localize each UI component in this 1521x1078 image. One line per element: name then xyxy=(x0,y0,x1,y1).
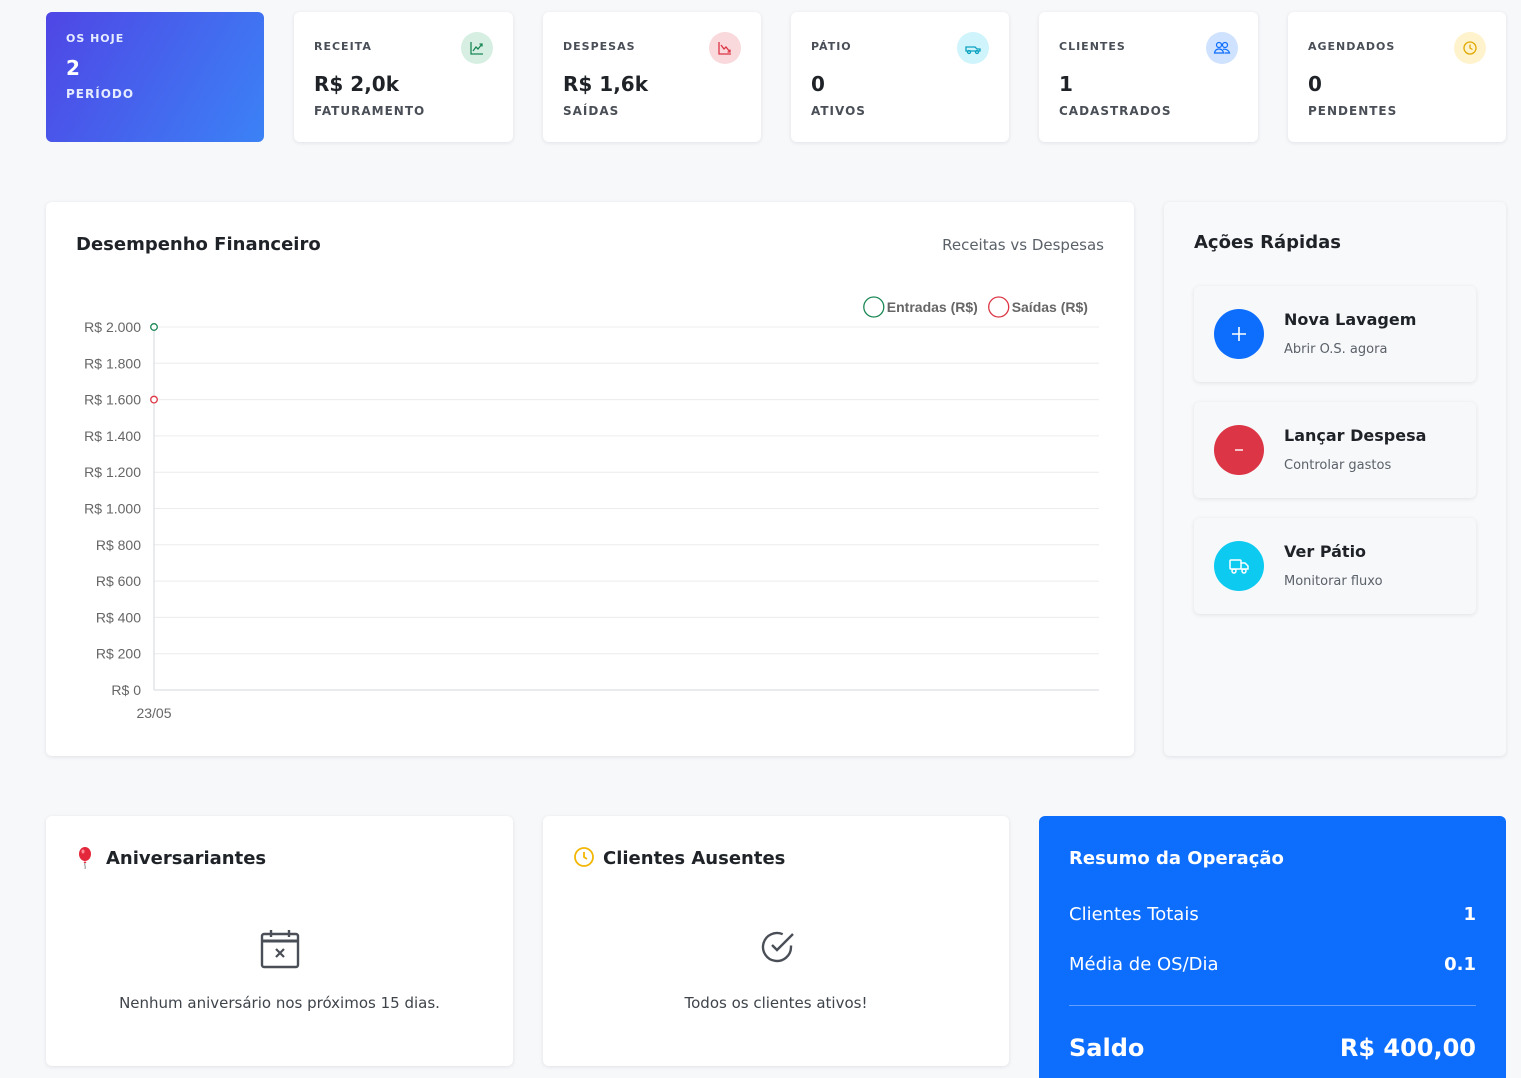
car-icon xyxy=(957,32,989,64)
stat-card-receita: RECEITA R$ 2,0k FATURAMENTO xyxy=(294,12,513,142)
clock-icon xyxy=(1454,32,1486,64)
stat-value: 0 xyxy=(1308,72,1322,96)
stat-label: DESPESAS xyxy=(563,40,636,53)
calendar-x-icon xyxy=(259,928,301,974)
stat-value: R$ 1,6k xyxy=(563,72,649,96)
stat-label: CLIENTES xyxy=(1059,40,1126,53)
saldo-value: R$ 400,00 xyxy=(1339,1034,1476,1062)
users-icon xyxy=(1206,32,1238,64)
minus-icon xyxy=(1214,425,1264,475)
trend-up-icon xyxy=(461,32,493,64)
summary-row-label: Clientes Totais xyxy=(1069,904,1199,925)
stat-value: 0 xyxy=(811,72,825,96)
summary-divider xyxy=(1069,1005,1476,1006)
y-tick-label: R$ 2.000 xyxy=(84,319,141,335)
action-sub: Monitorar fluxo xyxy=(1284,574,1383,589)
stat-card-os-hoje: OS HOJE 2 PERÍODO xyxy=(46,12,264,142)
summary-row-clients: Clientes Totais 1 xyxy=(1069,904,1476,925)
birthdays-title: Aniversariantes xyxy=(106,848,267,869)
stat-label: RECEITA xyxy=(314,40,372,53)
stat-card-despesas: DESPESAS R$ 1,6k SAÍDAS xyxy=(543,12,761,142)
stat-sub: SAÍDAS xyxy=(563,104,620,118)
view-yard-button[interactable]: Ver Pátio Monitorar fluxo xyxy=(1194,518,1476,614)
stat-sub: ATIVOS xyxy=(811,104,866,118)
check-circle-icon xyxy=(758,928,796,970)
stat-sub: PERÍODO xyxy=(66,87,135,101)
plus-icon xyxy=(1214,309,1264,359)
quick-actions-card: Ações Rápidas Nova Lavagem Abrir O.S. ag… xyxy=(1164,202,1506,756)
clock-icon xyxy=(573,846,595,872)
y-tick-label: R$ 800 xyxy=(96,537,141,553)
new-wash-button[interactable]: Nova Lavagem Abrir O.S. agora xyxy=(1194,286,1476,382)
stat-value: 1 xyxy=(1059,72,1073,96)
y-tick-label: R$ 400 xyxy=(96,609,141,625)
stat-card-agendados: AGENDADOS 0 PENDENTES xyxy=(1288,12,1506,142)
balloon-icon xyxy=(76,846,94,874)
y-tick-label: R$ 1.200 xyxy=(84,464,141,480)
add-expense-button[interactable]: Lançar Despesa Controlar gastos xyxy=(1194,402,1476,498)
y-tick-label: R$ 200 xyxy=(96,646,141,662)
legend-label: Saídas (R$) xyxy=(1012,299,1088,315)
summary-row-value: 1 xyxy=(1463,904,1476,925)
summary-saldo: Saldo R$ 400,00 xyxy=(1069,1034,1476,1062)
data-point xyxy=(150,395,158,404)
y-tick-label: R$ 1.600 xyxy=(84,392,141,408)
absent-clients-card: Clientes Ausentes Todos os clientes ativ… xyxy=(543,816,1009,1066)
stat-sub: FATURAMENTO xyxy=(314,104,426,118)
summary-row-label: Média de OS/Dia xyxy=(1069,954,1219,975)
operation-summary-card: Resumo da Operação Clientes Totais 1 Méd… xyxy=(1039,816,1506,1078)
birthdays-card: Aniversariantes Nenhum aniversário nos p… xyxy=(46,816,513,1066)
stat-label: OS HOJE xyxy=(66,32,125,45)
y-tick-label: R$ 600 xyxy=(96,573,141,589)
summary-title: Resumo da Operação xyxy=(1069,848,1284,869)
truck-icon xyxy=(1214,541,1264,591)
stat-sub: CADASTRADOS xyxy=(1059,104,1172,118)
legend-marker xyxy=(863,296,885,318)
summary-row-avg-os: Média de OS/Dia 0.1 xyxy=(1069,954,1476,975)
birthdays-empty-message: Nenhum aniversário nos próximos 15 dias. xyxy=(119,994,440,1012)
legend-marker xyxy=(988,296,1010,318)
absent-clients-empty-message: Todos os clientes ativos! xyxy=(684,994,868,1012)
stat-card-patio: PÁTIO 0 ATIVOS xyxy=(791,12,1009,142)
y-tick-label: R$ 1.800 xyxy=(84,355,141,371)
absent-clients-title: Clientes Ausentes xyxy=(603,848,786,869)
y-tick-label: R$ 0 xyxy=(111,682,141,698)
x-tick-label: 23/05 xyxy=(136,705,171,721)
quick-actions-title: Ações Rápidas xyxy=(1194,232,1341,253)
action-title: Ver Pátio xyxy=(1284,542,1367,561)
line-chart: R$ 0 R$ 200 R$ 400 R$ 600 R$ 800 R$ 1.000 R$ 1… xyxy=(84,296,1099,721)
y-tick-label: R$ 1.000 xyxy=(84,501,141,517)
stat-value: R$ 2,0k xyxy=(314,72,400,96)
stat-sub: PENDENTES xyxy=(1308,104,1398,118)
action-sub: Controlar gastos xyxy=(1284,458,1392,473)
legend-label: Entradas (R$) xyxy=(887,299,978,315)
stat-value: 2 xyxy=(66,56,80,80)
data-point xyxy=(150,323,158,331)
action-sub: Abrir O.S. agora xyxy=(1284,342,1388,357)
saldo-label: Saldo xyxy=(1069,1034,1145,1062)
trend-down-icon xyxy=(709,32,741,64)
action-title: Nova Lavagem xyxy=(1284,310,1417,329)
action-title: Lançar Despesa xyxy=(1284,426,1427,445)
stat-label: AGENDADOS xyxy=(1308,40,1396,53)
financial-chart-card: Desempenho Financeiro Receitas vs Despes… xyxy=(46,202,1134,756)
summary-row-value: 0.1 xyxy=(1444,954,1476,975)
y-tick-label: R$ 1.400 xyxy=(84,428,141,444)
stat-card-clientes: CLIENTES 1 CADASTRADOS xyxy=(1039,12,1258,142)
stat-label: PÁTIO xyxy=(811,40,852,53)
